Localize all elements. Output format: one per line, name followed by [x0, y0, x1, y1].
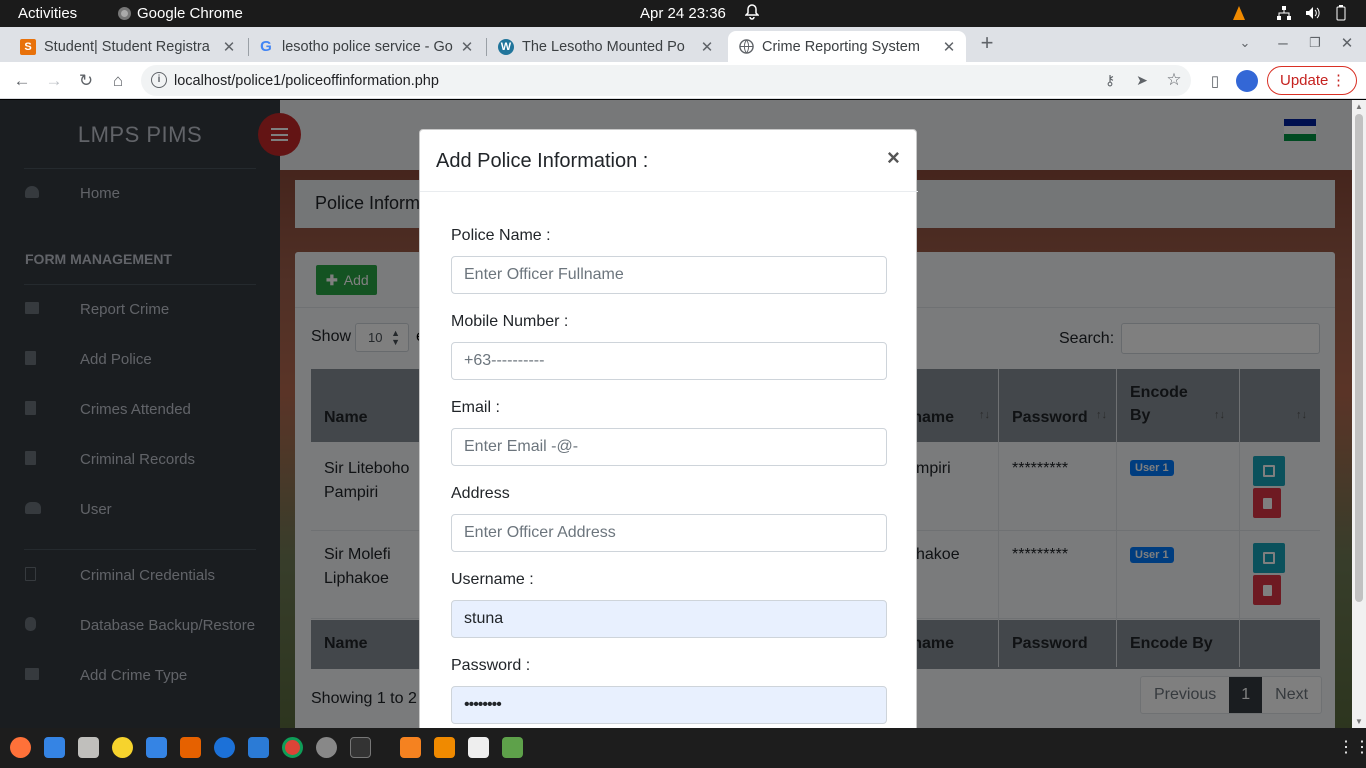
password-input[interactable]: •••••••• — [451, 686, 887, 724]
scroll-down-icon[interactable]: ▼ — [1355, 717, 1363, 726]
update-button[interactable]: Update ⋮ — [1267, 66, 1357, 95]
firefox-icon[interactable] — [10, 737, 31, 758]
system-top-bar: Activities Google Chrome Apr 24 23:36 — [0, 0, 1366, 27]
more-vert-icon[interactable]: ⋮ — [1331, 71, 1346, 89]
files-icon[interactable] — [78, 737, 99, 758]
tab-title: Crime Reporting System — [762, 38, 920, 55]
close-tab-icon[interactable]: ✕ — [220, 38, 238, 56]
tab-search-chevron-icon[interactable]: ⌄ — [1232, 30, 1258, 56]
email-label: Email : — [451, 399, 500, 416]
wordpress-icon: W — [498, 38, 514, 55]
close-tab-icon[interactable]: ✕ — [698, 38, 716, 56]
terminal-icon[interactable] — [350, 737, 371, 758]
page-scrollbar[interactable]: ▲ ▼ — [1352, 100, 1366, 728]
browser-toolbar: ← → ↻ ⌂ i localhost/police1/policeoffinf… — [0, 62, 1366, 99]
tab-crime-reporting-system[interactable]: Crime Reporting System ✕ — [728, 31, 966, 62]
taskbar-dock: ⋮⋮⋮ — [0, 728, 1366, 768]
volume-icon[interactable] — [1305, 5, 1321, 25]
vlc-tray-icon[interactable] — [1232, 5, 1246, 25]
tab-strip: S Student| Student Registra ✕ G lesotho … — [0, 27, 1366, 62]
username-input[interactable]: stuna — [451, 600, 887, 638]
address-input[interactable]: Enter Officer Address — [451, 514, 887, 552]
network-icon[interactable] — [1276, 5, 1292, 25]
thunderbird-icon[interactable] — [44, 737, 65, 758]
scrollbar-thumb[interactable] — [1355, 114, 1363, 602]
new-tab-icon[interactable]: + — [974, 30, 1000, 56]
app-name-label: Google Chrome — [137, 5, 243, 22]
modal-title: Add Police Information : — [436, 150, 649, 172]
settings-icon[interactable] — [316, 737, 337, 758]
google-icon: G — [260, 38, 272, 55]
rhythmbox-icon[interactable] — [112, 737, 133, 758]
tab-student-registration[interactable]: S Student| Student Registra ✕ — [12, 31, 246, 62]
police-name-label: Police Name : — [451, 227, 551, 244]
address-label: Address — [451, 485, 510, 502]
url-text: localhost/police1/policeoffinformation.p… — [174, 73, 439, 89]
tab-lesotho-mounted-police[interactable]: W The Lesotho Mounted Po ✕ — [490, 31, 724, 62]
close-tab-icon[interactable]: ✕ — [458, 38, 476, 56]
battery-icon[interactable] — [1336, 5, 1346, 25]
email-input[interactable]: Enter Email -@- — [451, 428, 887, 466]
mobile-number-input[interactable]: +63---------- — [451, 342, 887, 380]
app-grid-icon[interactable]: ⋮⋮⋮ — [1338, 737, 1366, 758]
chrome-dock-icon[interactable] — [282, 737, 303, 758]
activities-button[interactable]: Activities — [18, 5, 77, 22]
password-label: Password : — [451, 657, 531, 674]
address-bar[interactable]: i localhost/police1/policeoffinformation… — [141, 65, 1191, 96]
home-icon[interactable]: ⌂ — [105, 68, 131, 94]
username-label: Username : — [451, 571, 534, 588]
key-icon[interactable]: ⚷ — [1097, 67, 1123, 93]
writer-icon[interactable] — [146, 737, 167, 758]
web-page: Police Inform ✚ Add Show 10 ▲▼ e Search:… — [0, 100, 1352, 728]
info-icon[interactable]: i — [151, 72, 167, 88]
document-viewer-icon[interactable] — [468, 737, 489, 758]
police-name-input[interactable]: Enter Officer Fullname — [451, 256, 887, 294]
tab-title: Student| Student Registra — [44, 38, 210, 55]
student-portal-icon: S — [20, 38, 36, 55]
add-police-modal: Add Police Information : × Police Name :… — [419, 129, 918, 728]
xampp-icon[interactable] — [400, 737, 421, 758]
update-label: Update — [1280, 72, 1329, 89]
back-icon[interactable]: ← — [9, 68, 35, 94]
bookmark-star-icon[interactable]: ☆ — [1161, 67, 1187, 93]
vlc-icon[interactable] — [434, 737, 455, 758]
clock[interactable]: Apr 24 23:36 — [640, 5, 726, 22]
vscode-icon[interactable] — [248, 737, 269, 758]
forward-icon[interactable]: → — [41, 68, 67, 94]
restore-icon[interactable]: ❐ — [1302, 30, 1328, 56]
send-icon[interactable]: ➤ — [1129, 67, 1155, 93]
modal-header: Add Police Information : × — [420, 130, 918, 192]
tab-title: The Lesotho Mounted Po — [522, 38, 685, 55]
mobile-number-label: Mobile Number : — [451, 313, 569, 330]
software-center-icon[interactable] — [180, 737, 201, 758]
scroll-up-icon[interactable]: ▲ — [1355, 102, 1363, 111]
window-close-icon[interactable]: ✕ — [1334, 30, 1360, 56]
help-icon[interactable] — [214, 737, 235, 758]
minimize-icon[interactable]: ‒ — [1270, 30, 1296, 56]
trash-bin-icon[interactable] — [502, 737, 523, 758]
close-tab-icon[interactable]: ✕ — [940, 38, 958, 56]
bell-icon[interactable] — [744, 4, 760, 24]
tab-title: lesotho police service - Go — [282, 38, 453, 55]
profile-avatar[interactable] — [1234, 68, 1260, 94]
tab-google-search[interactable]: G lesotho police service - Go ✕ — [250, 31, 484, 62]
chrome-app-menu[interactable]: Google Chrome — [118, 5, 243, 22]
reload-icon[interactable]: ↻ — [73, 68, 99, 94]
close-icon[interactable]: × — [887, 145, 900, 171]
chrome-app-icon — [118, 7, 131, 20]
globe-icon — [738, 39, 754, 55]
side-panel-icon[interactable]: ▯ — [1202, 68, 1228, 94]
